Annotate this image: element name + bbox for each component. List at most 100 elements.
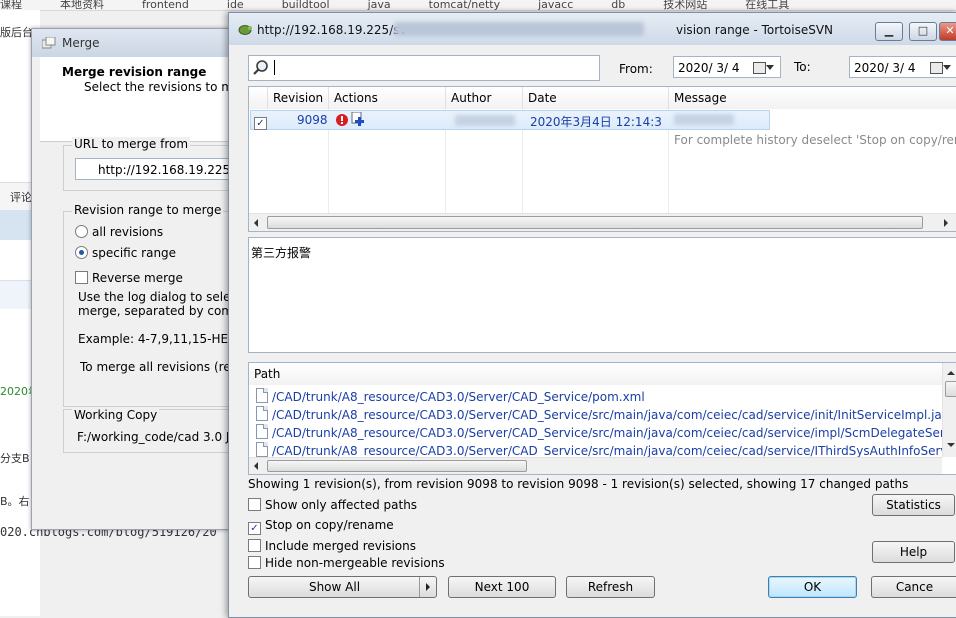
from-label: From: [619,62,653,76]
col-path[interactable]: Path [249,363,944,385]
scroll-left-icon[interactable] [254,219,258,227]
from-date-picker[interactable]: 2020/ 3/ 4 [673,56,781,78]
working-copy-path: F:/working_code/cad 3.0 Ju [77,430,233,444]
row-checkbox[interactable]: ✓ [254,117,267,130]
bookmark-item[interactable]: ide [227,0,244,11]
merge-example: Example: 4-7,9,11,15-HEAD [78,332,233,346]
url-group-label: URL to merge from [72,137,191,151]
bookmark-item[interactable]: 本地资料 [60,0,104,11]
author-redaction [455,115,515,126]
hide-nonmergeable-checkbox[interactable]: Hide non-mergeable revisions [248,556,445,570]
show-affected-checkbox[interactable]: Show only affected paths [248,498,417,512]
checkbox-icon [75,271,88,284]
title-redaction [394,22,644,36]
modified-action-icon [335,113,349,130]
calendar-icon [753,62,766,74]
refresh-button[interactable]: Refresh [566,576,655,598]
file-icon [256,388,268,403]
search-input[interactable] [248,55,600,81]
changed-paths-list[interactable]: Path /CAD/trunk/A8_resource/CAD3.0/Serve… [248,362,956,475]
scroll-right-icon[interactable] [944,219,948,227]
bookmark-item[interactable]: db [611,0,625,11]
working-copy-label: Working Copy [72,408,160,422]
maximize-button[interactable]: □ [909,22,937,41]
checkbox-checked-icon: ✓ [248,522,261,535]
commit-message-box[interactable]: 第三方报警 [248,237,956,353]
show-all-button[interactable]: Show All [248,576,437,598]
added-action-icon [350,111,366,130]
scroll-down-icon[interactable] [947,443,955,447]
radio-all-revisions[interactable]: all revisions [75,225,163,239]
path-item[interactable]: /CAD/trunk/A8_resource/CAD3.0/Server/CAD… [256,388,645,404]
merge-header: Merge revision range Select the revision… [40,57,232,142]
log-list[interactable]: Revision Actions Author Date Message ✓ 9… [248,86,956,232]
dialog-title-bar[interactable]: http://192.168.19.225/sv vision range - … [229,13,956,45]
bookmark-item[interactable]: tomcat/netty [429,0,500,11]
paths-horizontal-scrollbar[interactable] [249,457,942,474]
tortoise-app-icon [237,22,253,36]
merge-title: Merge [62,36,100,50]
chevron-down-icon [943,65,951,70]
col-actions[interactable]: Actions [329,87,446,109]
close-button[interactable]: ✕ [939,22,956,41]
search-icon [252,59,270,80]
bookmark-item[interactable]: frontend [142,0,189,11]
cancel-button[interactable]: Cance [871,576,956,598]
merge-help-line: merge, separated by comm [78,304,233,318]
bookmark-item[interactable]: 在线工具 [745,0,789,11]
paths-vertical-scrollbar[interactable] [942,363,956,457]
row-date: 2020年3月4日 12:14:3 [530,115,662,129]
radio-specific-range[interactable]: specific range [75,246,176,260]
checkbox-icon [248,539,261,552]
merge-help-line: Use the log dialog to select [78,290,233,304]
col-message[interactable]: Message [669,87,956,109]
path-item[interactable]: /CAD/trunk/A8_resource/CAD3.0/Server/CAD… [256,424,956,440]
path-item[interactable]: /CAD/trunk/A8_resource/CAD3.0/Server/CAD… [256,442,956,458]
log-row[interactable]: ✓ 9098 2020年3月4日 12:14:3 [250,110,670,130]
scroll-up-icon[interactable] [947,371,955,375]
to-date-picker[interactable]: 2020/ 3/ 4 [849,56,956,78]
ok-button[interactable]: OK [768,576,857,598]
chevron-right-icon [426,583,430,591]
bg-fragment: B。右 [0,495,30,508]
stop-on-copy-checkbox[interactable]: ✓ Stop on copy/rename [248,518,394,535]
col-date[interactable]: Date [523,87,669,109]
to-label: To: [794,60,811,74]
commit-message-text: 第三方报警 [251,246,312,260]
statistics-button[interactable]: Statistics [872,494,955,516]
calendar-icon [930,62,943,74]
help-button[interactable]: Help [872,541,955,563]
range-group: Revision range to merge all revisions sp… [63,203,233,407]
scroll-left-icon[interactable] [254,462,258,470]
bookmark-item[interactable]: java [368,0,391,11]
merge-app-icon [41,36,56,49]
bookmark-item[interactable]: 技术网站 [663,0,707,11]
file-icon [256,406,268,421]
merge-title-bar[interactable]: Merge [32,29,232,57]
merge-header-subtitle: Select the revisions to me [84,80,233,94]
scroll-thumb[interactable] [267,460,527,472]
minimize-button[interactable]: ▁ [875,22,903,41]
status-text: Showing 1 revision(s), from revision 909… [248,477,909,491]
dialog-title-right: vision range - TortoiseSVN [676,23,834,37]
checkbox-icon [248,498,261,511]
bookmark-item[interactable]: javacc [538,0,573,11]
scroll-thumb[interactable] [945,381,956,397]
text-caret [274,60,275,75]
scroll-thumb[interactable] [267,216,923,229]
path-item[interactable]: /CAD/trunk/A8_resource/CAD3.0/Server/CAD… [256,406,956,422]
reverse-merge-checkbox[interactable]: Reverse merge [75,271,183,285]
merge-all-note: To merge all revisions (reint [80,360,233,374]
bookmark-item[interactable]: buildtool [282,0,330,11]
col-author[interactable]: Author [446,87,523,109]
log-horizontal-scrollbar[interactable] [249,213,956,231]
show-all-dropdown[interactable] [419,577,436,597]
col-revision[interactable]: Revision [268,87,329,109]
log-dialog: http://192.168.19.225/sv vision range - … [228,12,956,618]
merge-url-field[interactable]: http://192.168.19.225/ [75,158,232,180]
file-icon [256,442,268,457]
radio-selected-icon [75,246,88,259]
checkbox-icon [248,556,261,569]
include-merged-checkbox[interactable]: Include merged revisions [248,539,416,553]
next-100-button[interactable]: Next 100 [448,576,556,598]
